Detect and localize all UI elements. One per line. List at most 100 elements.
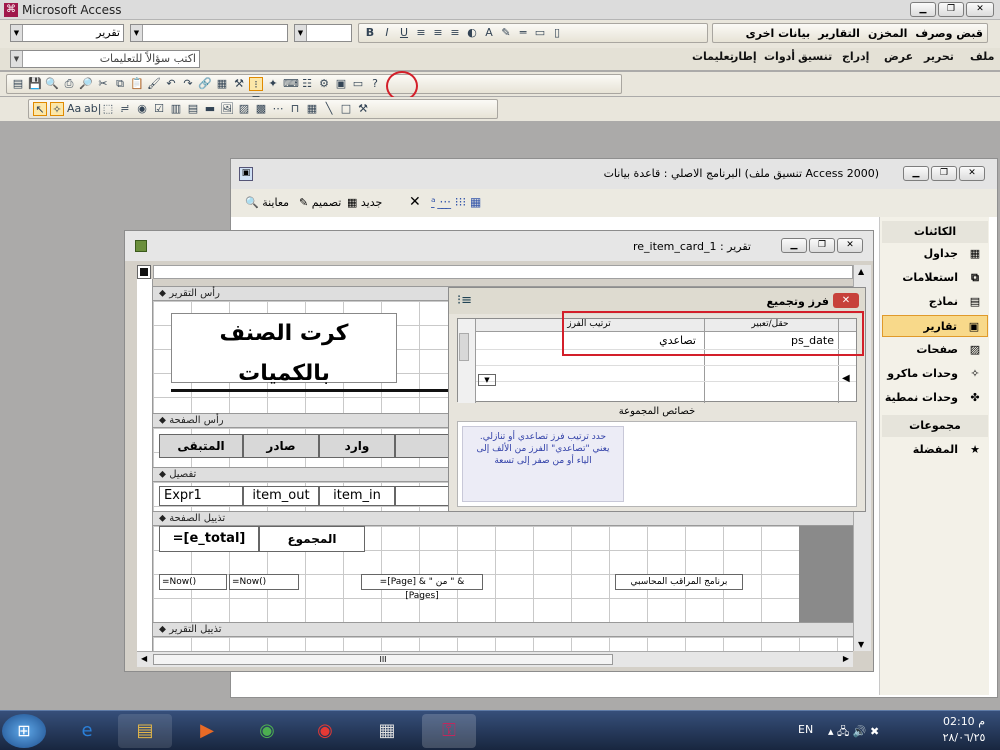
close-button[interactable]: ✕ xyxy=(966,2,994,17)
line-color-icon[interactable]: ✎ xyxy=(499,26,513,40)
align-left-icon[interactable]: ≡ xyxy=(414,26,428,40)
report-close-button[interactable]: ✕ xyxy=(837,238,863,253)
command-button-icon[interactable]: ▬ xyxy=(203,102,217,116)
label-remaining[interactable]: المتبقى xyxy=(159,434,243,458)
code-icon[interactable]: ⌨ xyxy=(283,77,299,91)
db-close-button[interactable]: ✕ xyxy=(959,166,985,181)
minimize-button[interactable]: ▁ xyxy=(910,2,936,17)
redo-icon[interactable]: ↷ xyxy=(181,77,195,91)
new-object-icon[interactable]: ▭ xyxy=(351,77,365,91)
cut-icon[interactable]: ✂ xyxy=(96,77,110,91)
object-reports[interactable]: تقارير ▣ xyxy=(882,315,988,337)
save-icon[interactable]: 💾 xyxy=(28,77,42,91)
select-pointer-icon[interactable]: ↖ xyxy=(33,102,47,116)
line-tool-icon[interactable]: ╲ xyxy=(322,102,336,116)
menu-edit[interactable]: تحرير xyxy=(924,50,954,63)
bound-frame-icon[interactable]: ▩ xyxy=(254,102,268,116)
page-break-icon[interactable]: ⋯ xyxy=(271,102,285,116)
group-favorites[interactable]: المفضلة ★ xyxy=(882,439,988,461)
tab-control-icon[interactable]: ⊓ xyxy=(288,102,302,116)
menu-format[interactable]: تنسيق xyxy=(798,50,832,63)
option-group-icon[interactable]: ⬚ xyxy=(101,102,115,116)
internet-explorer-icon[interactable]: e xyxy=(60,714,114,748)
font-combo[interactable]: ▼ xyxy=(130,24,288,42)
special-effect-icon[interactable]: ▯ xyxy=(550,26,564,40)
calculator-icon[interactable]: ▦ xyxy=(360,714,414,748)
small-icons-icon[interactable]: ᵃ̱ ·̲·̲·̲ ⁝⁝⁝ ▦ xyxy=(431,195,481,209)
menu-item[interactable]: التقارير xyxy=(818,27,860,40)
media-player-icon[interactable]: ▶ xyxy=(180,714,234,748)
view-icon[interactable]: ▤ xyxy=(11,77,25,91)
build-icon[interactable]: ⚙ xyxy=(317,77,331,91)
field-list-icon[interactable]: ▦ xyxy=(215,77,229,91)
language-indicator[interactable]: EN xyxy=(798,723,813,736)
field-now-1[interactable]: =Now() xyxy=(159,574,227,590)
font-color-icon[interactable]: A xyxy=(482,26,496,40)
combo-tool-icon[interactable]: ▥ xyxy=(169,102,183,116)
border-icon[interactable]: ▭ xyxy=(533,26,547,40)
file-explorer-icon[interactable]: ▤ xyxy=(118,714,172,748)
field-page-count[interactable]: =[Page] & " من " & [Pages] xyxy=(361,574,483,601)
bold-icon[interactable]: B xyxy=(363,26,377,40)
properties-icon[interactable]: ☷ xyxy=(300,77,314,91)
align-right-icon[interactable]: ≡ xyxy=(448,26,462,40)
scroll-down-icon[interactable]: ▼ xyxy=(858,640,864,649)
search-icon[interactable]: 🔍 xyxy=(45,77,59,91)
dialog-close-button[interactable]: ✕ xyxy=(833,293,859,308)
align-center-icon[interactable]: ≡ xyxy=(431,26,445,40)
menu-view[interactable]: عرض xyxy=(884,50,913,63)
print-preview-icon[interactable]: 🔎 xyxy=(79,77,93,91)
db-minimize-button[interactable]: ▁ xyxy=(903,166,929,181)
unbound-frame-icon[interactable]: ▨ xyxy=(237,102,251,116)
select-report-box[interactable] xyxy=(137,265,151,279)
start-button[interactable]: ⊞ xyxy=(2,714,46,748)
subform-icon[interactable]: ▦ xyxy=(305,102,319,116)
delete-icon[interactable]: ✕ xyxy=(409,194,421,210)
object-forms[interactable]: نماذج ▤ xyxy=(882,291,988,313)
object-pages[interactable]: صفحات ▨ xyxy=(882,339,988,361)
sorting-grouping-icon[interactable]: ⁝≡ xyxy=(249,77,263,105)
menu-help[interactable]: تعليمات xyxy=(692,50,734,63)
menu-item[interactable]: المخزن xyxy=(868,27,907,40)
menu-item[interactable]: قبض وصرف xyxy=(915,27,983,40)
fill-color-icon[interactable]: ◐ xyxy=(465,26,479,40)
textbox-tool-icon[interactable]: ab| xyxy=(84,102,101,116)
hyperlink-icon[interactable]: 🔗 xyxy=(198,77,212,91)
field-item-out[interactable]: item_out xyxy=(243,486,319,506)
format-painter-icon[interactable]: 🖌 xyxy=(147,77,161,91)
font-size-combo[interactable]: ▼ xyxy=(294,24,352,42)
section-report-footer[interactable]: ⬥ تذييل التقرير xyxy=(153,622,853,637)
toolbox-icon[interactable]: ⚒ xyxy=(232,77,246,91)
copy-icon[interactable]: ⧉ xyxy=(113,77,127,91)
help-box[interactable]: ▼ اكتب سؤالاً للتعليمات xyxy=(10,50,200,68)
scrollbar-thumb[interactable]: III xyxy=(153,654,613,665)
checkbox-icon[interactable]: ☑ xyxy=(152,102,166,116)
new-button[interactable]: ▦ جديد xyxy=(347,196,382,209)
database-window-icon[interactable]: ▣ xyxy=(334,77,348,91)
image-tool-icon[interactable]: 🖼 xyxy=(220,102,234,116)
maximize-button[interactable]: ❐ xyxy=(938,2,964,17)
field-now-2[interactable]: =Now() xyxy=(229,574,299,590)
scroll-up-icon[interactable]: ▲ xyxy=(858,267,864,276)
object-modules[interactable]: وحدات نمطية ✤ xyxy=(882,387,988,409)
wizard-icon[interactable]: ✧ xyxy=(50,102,64,116)
line-width-icon[interactable]: ═ xyxy=(516,26,530,40)
report-title-label[interactable]: كرت الصنف بالكميات xyxy=(171,313,397,386)
italic-icon[interactable]: I xyxy=(380,26,394,40)
menu-insert[interactable]: إدراج xyxy=(842,50,869,63)
label-total[interactable]: المجموع xyxy=(259,526,365,552)
field-e-total[interactable]: =[e_total] xyxy=(159,526,259,552)
report-maximize-button[interactable]: ❐ xyxy=(809,238,835,253)
tray-icons[interactable]: ▴ 🖧 🔊 ✖ xyxy=(828,723,879,742)
paste-icon[interactable]: 📋 xyxy=(130,77,144,91)
help-icon[interactable]: ? xyxy=(368,77,382,91)
clock-date[interactable]: ٢٨/٠٦/٢٥ xyxy=(936,731,992,744)
chrome-icon[interactable]: ◉ xyxy=(240,714,294,748)
db-maximize-button[interactable]: ❐ xyxy=(931,166,957,181)
scroll-left-icon[interactable]: ◀ xyxy=(141,654,147,663)
scroll-right-icon[interactable]: ▶ xyxy=(843,654,849,663)
menu-file[interactable]: ملف xyxy=(970,50,994,63)
chevron-down-icon[interactable]: ▼ xyxy=(478,374,496,386)
object-queries[interactable]: استعلامات ⧉ xyxy=(882,267,988,289)
undo-icon[interactable]: ↶ xyxy=(164,77,178,91)
